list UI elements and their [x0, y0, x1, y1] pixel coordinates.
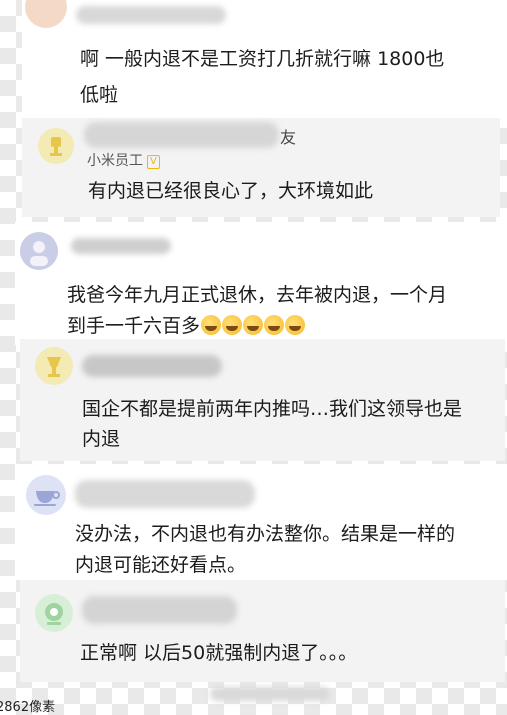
username-blurred[interactable]: [82, 355, 222, 377]
reply-text: 正常啊 以后50就强制内退了。。。: [80, 642, 358, 664]
comment-text-line: 到手一千六百多: [67, 315, 201, 337]
avatar[interactable]: [35, 594, 73, 632]
reply-card: 正常啊 以后50就强制内退了。。。: [20, 580, 505, 682]
username-blurred[interactable]: [82, 596, 237, 624]
teacup-icon: [34, 491, 60, 506]
laugh-cry-emoji: [243, 315, 264, 335]
comment-card: 啊 一般内退不是工资打几折就行嘛 1800也 低啦: [22, 0, 507, 120]
avatar[interactable]: [38, 128, 74, 164]
reply-card: 国企不都是提前两年内推吗…我们这领导也是 内退: [20, 339, 505, 461]
username-blurred[interactable]: [75, 480, 255, 508]
laugh-cry-emoji: [222, 315, 243, 335]
reply-text: 内退: [82, 428, 121, 450]
comment-text: 内退可能还好看点。: [75, 554, 247, 576]
trophy-icon: [50, 137, 62, 156]
avatar-icon: [30, 241, 48, 266]
comment-card: 没办法，不内退也有办法整你。结果是一样的 内退可能还好看点。: [15, 464, 507, 580]
username-blurred[interactable]: [71, 238, 171, 254]
comment-text: 我爸今年九月正式退休，去年被内退，一个月: [67, 284, 448, 306]
badge-label: 小米员工: [87, 153, 143, 169]
footer-blurred: [210, 687, 330, 701]
trophy-icon: [47, 357, 61, 377]
username-suffix: 友: [280, 128, 297, 147]
laugh-cry-emoji: [201, 315, 222, 335]
avatar[interactable]: [26, 475, 66, 515]
laugh-cry-emoji: [285, 315, 306, 335]
comment-text: 到手一千六百多: [67, 311, 306, 342]
reply-text: 有内退已经很良心了，大环境如此: [88, 180, 374, 202]
footer-bar: 2862像素: [0, 687, 507, 715]
username-blurred[interactable]: [84, 122, 279, 148]
footer-text: 2862像素: [0, 700, 56, 715]
avatar[interactable]: [25, 0, 67, 28]
reply-card: 友 小米员工 V 有内退已经很良心了，大环境如此: [22, 118, 500, 217]
avatar[interactable]: [20, 232, 58, 270]
user-badge: 小米员工 V: [87, 150, 160, 170]
avatar[interactable]: [35, 347, 73, 385]
comment-card: 我爸今年九月正式退休，去年被内退，一个月 到手一千六百多: [15, 222, 507, 345]
comment-text: 低啦: [80, 84, 119, 106]
comment-text: 啊 一般内退不是工资打几折就行嘛 1800也: [80, 48, 445, 70]
verified-badge: V: [147, 155, 160, 169]
laugh-cry-emoji: [264, 315, 285, 335]
camera-icon: [45, 603, 63, 625]
reply-text: 国企不都是提前两年内推吗…我们这领导也是: [82, 398, 463, 420]
username-blurred[interactable]: [76, 6, 226, 24]
comment-text: 没办法，不内退也有办法整你。结果是一样的: [75, 523, 456, 545]
